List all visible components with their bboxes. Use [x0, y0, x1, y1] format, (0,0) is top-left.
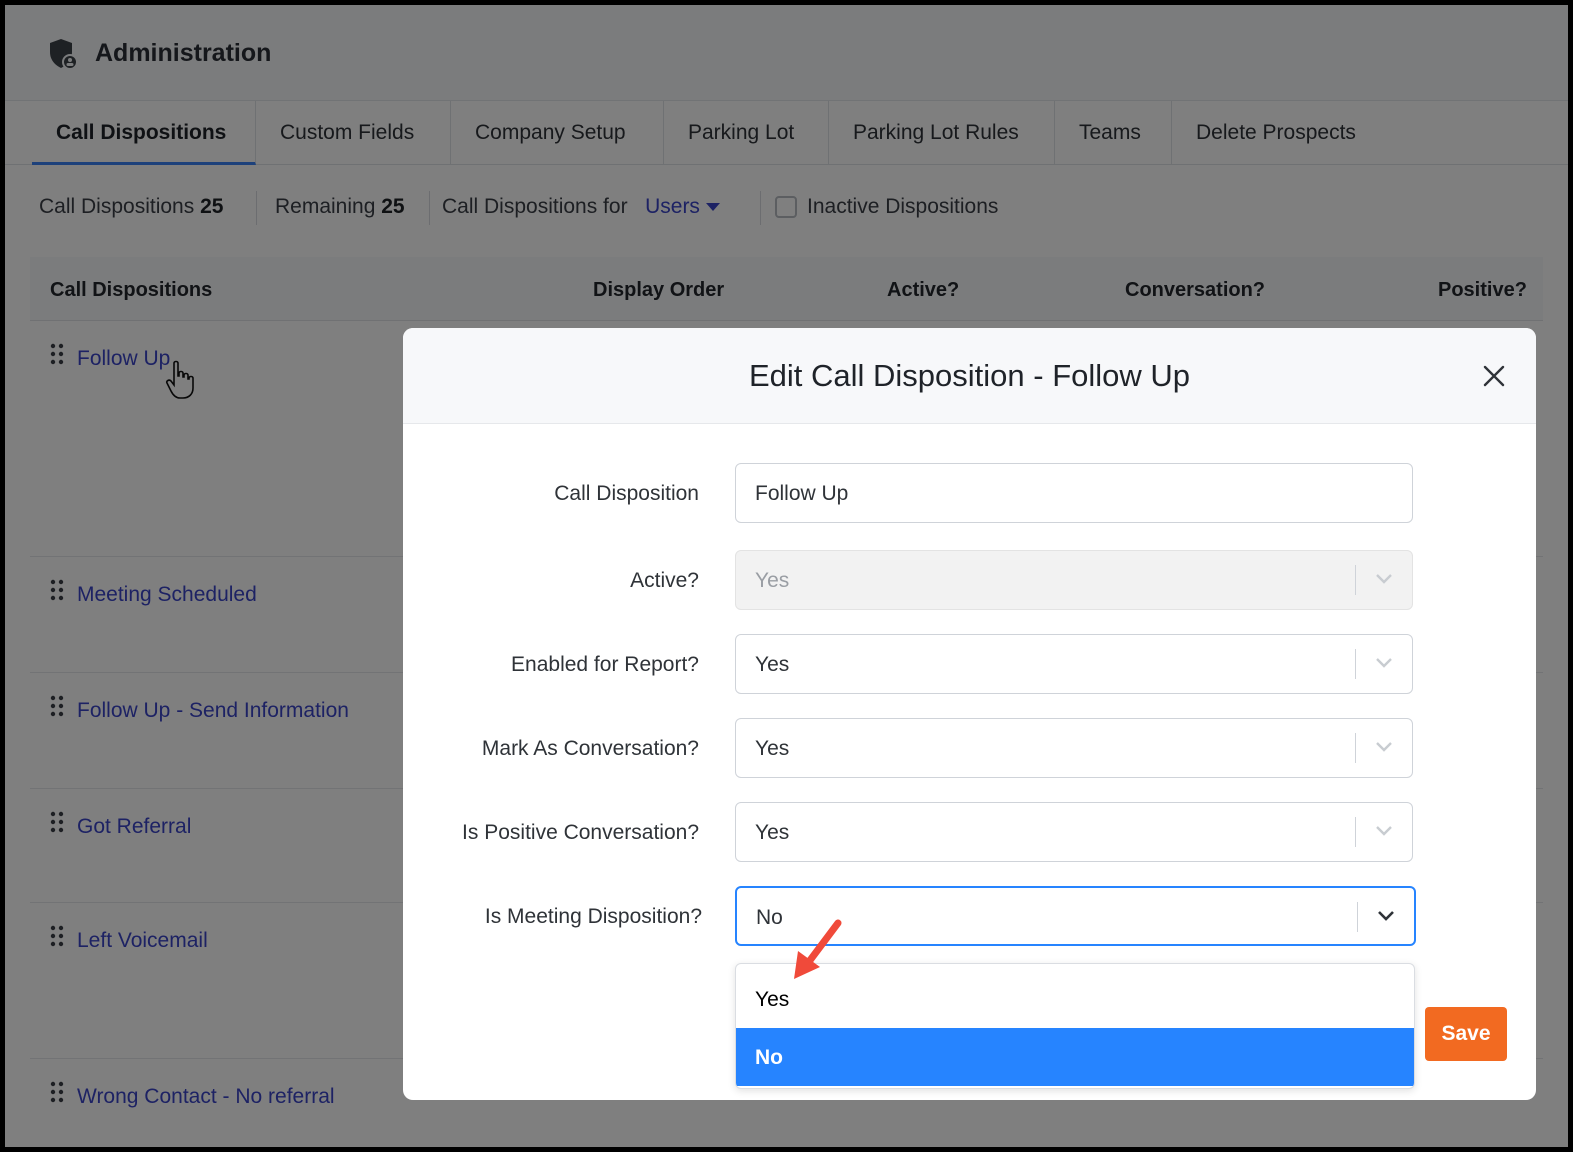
chevron-down-icon — [1378, 911, 1394, 921]
admin-page: Administration Call Dispositions Custom … — [5, 5, 1568, 1147]
active-label: Active? — [630, 569, 699, 592]
select-divider — [1355, 733, 1356, 763]
chevron-down-icon — [1376, 574, 1392, 584]
enabled-report-label: Enabled for Report? — [511, 653, 699, 676]
close-icon[interactable] — [1482, 364, 1506, 388]
chevron-down-icon — [1376, 826, 1392, 836]
active-select: Yes — [735, 550, 1413, 610]
select-divider — [1357, 902, 1358, 932]
meeting-disposition-label: Is Meeting Disposition? — [484, 905, 702, 928]
modal-header: Edit Call Disposition - Follow Up — [403, 328, 1536, 424]
modal-title: Edit Call Disposition - Follow Up — [748, 358, 1191, 393]
call-disposition-input[interactable]: Follow Up — [735, 463, 1413, 523]
option-no[interactable]: No — [736, 1028, 1414, 1086]
enabled-report-select[interactable]: Yes — [735, 634, 1413, 694]
annotation-arrow-icon — [794, 919, 842, 979]
save-button[interactable]: Save — [1425, 1007, 1507, 1061]
edit-disposition-modal: Edit Call Disposition - Follow Up Call D… — [403, 328, 1536, 1100]
select-divider — [1355, 649, 1356, 679]
mark-conversation-label: Mark As Conversation? — [481, 737, 699, 760]
select-divider — [1355, 565, 1356, 595]
select-divider — [1355, 817, 1356, 847]
mark-conversation-select[interactable]: Yes — [735, 718, 1413, 778]
call-disposition-label: Call Disposition — [554, 482, 699, 505]
positive-conversation-select[interactable]: Yes — [735, 802, 1413, 862]
chevron-down-icon — [1376, 742, 1392, 752]
positive-conversation-label: Is Positive Conversation? — [462, 821, 699, 844]
chevron-down-icon — [1376, 658, 1392, 668]
